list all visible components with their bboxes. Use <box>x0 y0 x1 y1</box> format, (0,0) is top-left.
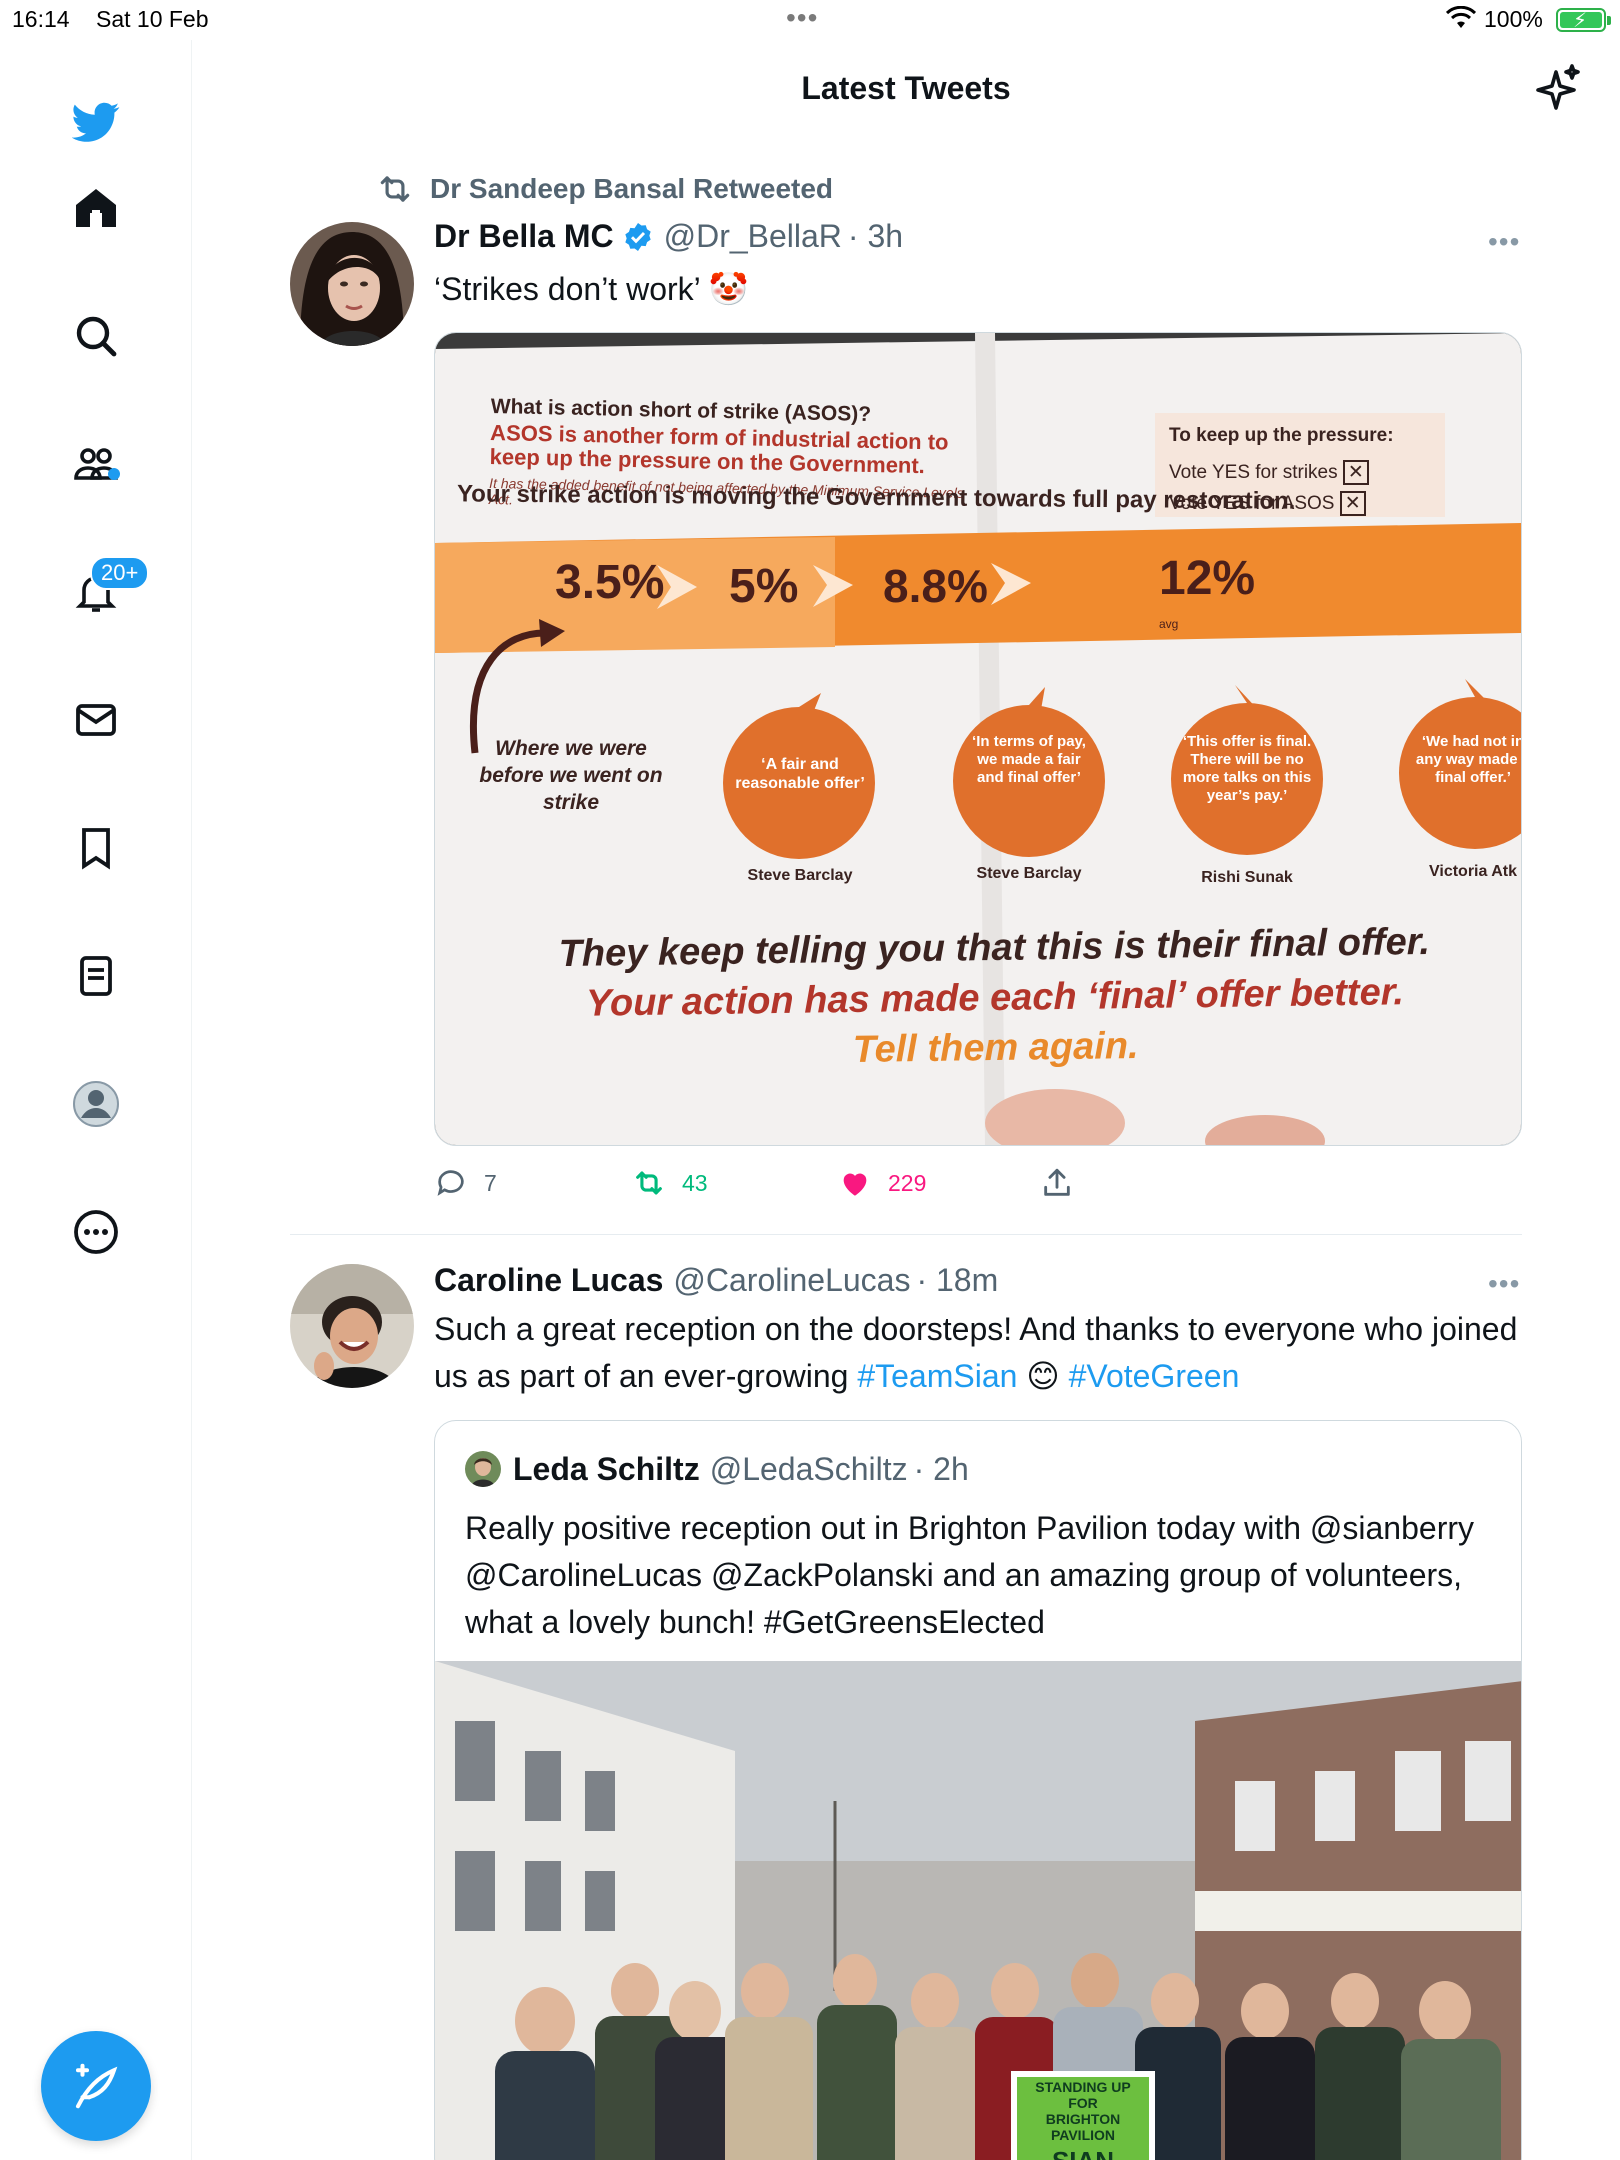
hashtag-link[interactable]: #VoteGreen <box>1069 1358 1240 1394</box>
quote-bubble-text: ‘This offer is final. There will be no m… <box>1182 733 1312 804</box>
author-name[interactable]: Dr Bella MC <box>434 218 614 255</box>
avatar[interactable] <box>290 222 414 346</box>
quoted-author-handle[interactable]: @LedaSchiltz <box>710 1451 908 1488</box>
lists-icon[interactable] <box>64 944 128 1008</box>
sign-name: SIAN BERRY <box>1023 2147 1143 2160</box>
tweet-media-image[interactable]: What is action short of strike (ASOS)? A… <box>434 332 1522 1146</box>
quote-attribution: Steve Barclay <box>747 867 853 884</box>
retweet-indicator[interactable]: Dr Sandeep Bansal Retweeted <box>376 170 833 208</box>
like-button[interactable]: 229 <box>838 1166 926 1200</box>
sign-line1: STANDING UP FOR <box>1035 2079 1131 2111</box>
vote-line1: Vote YES for strikes <box>1169 462 1338 483</box>
communities-icon[interactable] <box>64 432 128 496</box>
quote-bubble-text: ‘We had not in any way made a final offe… <box>1415 733 1522 786</box>
sign-line2: BRIGHTON PAVILION <box>1045 2111 1121 2143</box>
quote-attribution: Victoria Atk <box>1429 863 1518 880</box>
search-icon[interactable] <box>64 304 128 368</box>
twitter-logo-icon[interactable] <box>64 90 128 154</box>
like-count: 229 <box>888 1169 927 1196</box>
page-title: Latest Tweets <box>801 70 1011 106</box>
tweet-timestamp[interactable]: · 3h <box>848 218 903 255</box>
quote-bubble-text: ‘A fair and reasonable offer’ <box>735 756 865 792</box>
share-button[interactable] <box>1040 1166 1074 1200</box>
quoted-media-image[interactable]: STANDING UP FOR BRIGHTON PAVILION SIAN B… <box>435 1661 1521 2160</box>
quoted-author-name[interactable]: Leda Schiltz <box>513 1451 700 1488</box>
tweet-text: ‘Strikes don’t work’ 🤡 <box>434 271 749 307</box>
tweet-more-icon[interactable]: ••• <box>1488 226 1528 257</box>
before-strike-text: Where we were before we went on strike <box>479 737 663 814</box>
status-date: Sat 10 Feb <box>96 6 209 32</box>
tweet-header: Dr Bella MC @Dr_BellaR · 3h <box>434 218 903 255</box>
sidebar: 20+ <box>0 40 192 2160</box>
messages-icon[interactable] <box>64 688 128 752</box>
multitasking-dots-icon[interactable]: ••• <box>786 2 818 34</box>
retweet-icon <box>636 1171 662 1195</box>
home-icon[interactable] <box>64 176 128 240</box>
step-value: 12% <box>1159 552 1256 605</box>
reply-button[interactable]: 7 <box>434 1166 497 1200</box>
tweet-more-icon[interactable]: ••• <box>1488 1268 1528 1299</box>
retweet-icon <box>380 176 410 202</box>
communities-dot-badge <box>108 468 120 480</box>
retweet-button[interactable]: 43 <box>632 1166 708 1200</box>
sparkle-timeline-icon[interactable] <box>1534 64 1582 112</box>
vote-box-title: To keep up the pressure: <box>1169 425 1394 446</box>
status-bar: 16:14 Sat 10 Feb ••• 100% ⚡ <box>0 0 1620 40</box>
group-photo <box>435 1661 1521 2160</box>
avatar[interactable] <box>290 1264 414 1388</box>
quoted-tweet-header: Leda Schiltz @LedaSchiltz · 2h <box>513 1451 969 1488</box>
profile-avatar-icon[interactable] <box>64 1072 128 1136</box>
hashtag-link[interactable]: #TeamSian <box>857 1358 1017 1394</box>
tweet-header: Caroline Lucas @CarolineLucas · 18m <box>434 1262 998 1299</box>
verified-badge-icon <box>624 222 651 251</box>
quoted-tweet[interactable]: Leda Schiltz @LedaSchiltz · 2h Really po… <box>434 1420 1522 2160</box>
leaflet-footer: They keep telling you that this is their… <box>484 916 1506 1080</box>
compose-feather-icon <box>75 2063 118 2109</box>
heart-filled-icon <box>843 1173 867 1196</box>
bookmarks-icon[interactable] <box>64 816 128 880</box>
step-value: 3.5% <box>555 556 665 609</box>
avg-label: avg <box>1159 617 1179 631</box>
compose-tweet-button[interactable] <box>41 2031 151 2141</box>
notifications-badge: 20+ <box>90 556 150 590</box>
battery-icon: ⚡ <box>1556 8 1611 32</box>
wifi-icon <box>1446 6 1476 28</box>
reply-icon <box>437 1170 464 1196</box>
status-time: 16:14 <box>12 6 70 32</box>
author-handle[interactable]: @Dr_BellaR <box>664 218 842 255</box>
retweet-count: 43 <box>682 1169 708 1196</box>
author-name[interactable]: Caroline Lucas <box>434 1262 663 1299</box>
sign-text: STANDING UP FOR BRIGHTON PAVILION SIAN B… <box>1023 2079 1143 2160</box>
leaflet-heading2: ASOS is another form of industrial actio… <box>489 419 949 479</box>
quoted-tweet-text: Really positive reception out in Brighto… <box>465 1510 1474 1640</box>
step-value: 5% <box>729 560 799 613</box>
author-handle[interactable]: @CarolineLucas <box>673 1262 910 1299</box>
quote-bubble-text: ‘In terms of pay, we made a fair and fin… <box>972 733 1086 786</box>
tweet-text: Such a great reception on the doorsteps!… <box>434 1306 1524 1400</box>
smiley-emoji: 😊 <box>1017 1358 1069 1394</box>
step-value: 8.8% <box>883 560 988 612</box>
charging-bolt-icon: ⚡ <box>1573 10 1588 32</box>
quoted-avatar[interactable] <box>465 1451 501 1487</box>
quoted-timestamp[interactable]: · 2h <box>914 1451 969 1488</box>
more-options-icon[interactable] <box>64 1200 128 1264</box>
tweet-divider <box>290 1234 1522 1235</box>
tweet-timestamp[interactable]: · 18m <box>916 1262 998 1299</box>
quote-attribution: Steve Barclay <box>976 865 1082 882</box>
reply-count: 7 <box>484 1169 497 1196</box>
quote-attribution: Rishi Sunak <box>1201 869 1293 886</box>
battery-percentage: 100% <box>1484 6 1543 32</box>
retweeted-by-text: Dr Sandeep Bansal Retweeted <box>430 173 834 204</box>
share-icon <box>1044 1168 1070 1196</box>
